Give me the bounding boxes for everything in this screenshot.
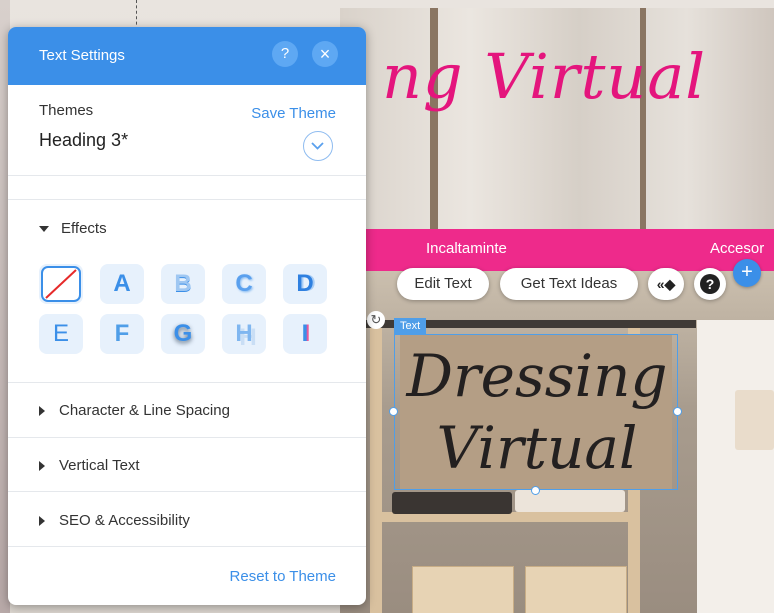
rotate-icon[interactable]: ↻ xyxy=(367,311,385,329)
animation-icon[interactable]: «◆ xyxy=(648,268,684,300)
divider xyxy=(8,546,366,547)
gridline xyxy=(136,0,137,30)
effects-label: Effects xyxy=(61,220,107,237)
section-label: Vertical Text xyxy=(59,457,140,474)
nav-item-accesorii[interactable]: Accesor xyxy=(710,240,764,257)
character-line-spacing-section[interactable]: Character & Line Spacing xyxy=(39,402,230,419)
effect-h-button[interactable]: H xyxy=(222,314,266,354)
effect-g-button[interactable]: G xyxy=(161,314,205,354)
save-theme-link[interactable]: Save Theme xyxy=(251,105,336,122)
theme-dropdown-chevron-icon[interactable] xyxy=(303,131,333,161)
resize-handle-bottom[interactable] xyxy=(531,486,540,495)
wardrobe-door xyxy=(697,320,774,613)
edit-text-button[interactable]: Edit Text xyxy=(397,268,489,300)
seo-accessibility-section[interactable]: SEO & Accessibility xyxy=(39,512,190,529)
panel-close-icon[interactable]: × xyxy=(312,41,338,67)
effect-none-button[interactable] xyxy=(39,264,83,304)
divider xyxy=(8,175,366,176)
storage-box xyxy=(525,566,627,613)
effect-f-button[interactable]: F xyxy=(100,314,144,354)
section-label: Character & Line Spacing xyxy=(59,402,230,419)
effect-d-button[interactable]: D xyxy=(283,264,327,304)
panel-header: Text Settings ? × xyxy=(8,27,366,85)
theme-value: Heading 3* xyxy=(39,130,129,150)
folded-clothes xyxy=(392,492,512,514)
panel-help-icon[interactable]: ? xyxy=(272,41,298,67)
shelf-side xyxy=(370,328,382,613)
resize-handle-right[interactable] xyxy=(673,407,682,416)
resize-handle-left[interactable] xyxy=(389,407,398,416)
divider xyxy=(8,382,366,383)
effect-e-button[interactable]: E xyxy=(39,314,83,354)
add-plus-icon[interactable]: + xyxy=(733,259,761,287)
section-label: SEO & Accessibility xyxy=(59,512,190,529)
site-hero-title: ng Virtual xyxy=(382,40,707,113)
vertical-text-section[interactable]: Vertical Text xyxy=(39,457,140,474)
text-settings-panel: Text Settings ? × Themes Save Theme Head… xyxy=(8,27,366,605)
effect-c-button[interactable]: C xyxy=(222,264,266,304)
element-type-label: Text xyxy=(394,318,427,334)
reset-to-theme-link[interactable]: Reset to Theme xyxy=(230,568,336,585)
storage-box xyxy=(412,566,514,613)
divider xyxy=(8,491,366,492)
get-text-ideas-button[interactable]: Get Text Ideas xyxy=(500,268,638,300)
hanging-clothes xyxy=(735,390,774,450)
site-nav-bar: Incaltaminte Accesor xyxy=(340,229,774,271)
caret-right-icon xyxy=(39,516,45,527)
panel-title: Text Settings xyxy=(39,47,125,64)
help-button[interactable]: ? xyxy=(694,268,726,300)
effect-a-button[interactable]: A xyxy=(100,264,144,304)
help-icon: ? xyxy=(700,274,720,294)
effect-i-button[interactable]: I xyxy=(283,314,327,354)
caret-down-icon xyxy=(39,226,49,233)
caret-right-icon xyxy=(39,461,45,472)
effects-section-toggle[interactable]: Effects xyxy=(39,220,107,237)
effect-b-button[interactable]: B xyxy=(161,264,205,304)
caret-right-icon xyxy=(39,406,45,417)
selected-text-element[interactable] xyxy=(394,334,678,490)
divider xyxy=(8,437,366,438)
nav-item-incaltaminte[interactable]: Incaltaminte xyxy=(426,240,507,257)
themes-label: Themes xyxy=(39,102,94,119)
divider xyxy=(8,199,366,200)
